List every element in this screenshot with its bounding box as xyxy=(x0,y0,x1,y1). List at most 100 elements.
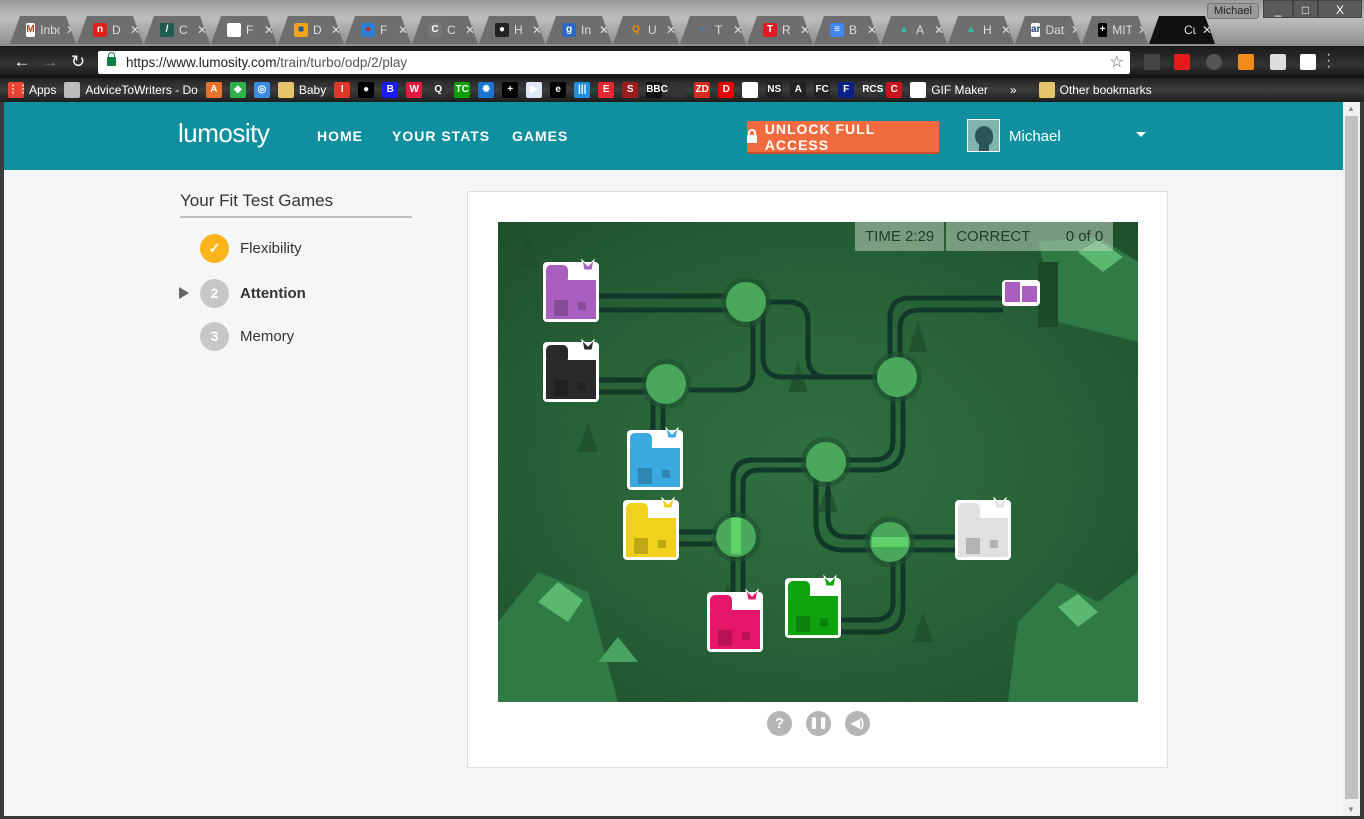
bookmark-item[interactable]: ? xyxy=(742,82,759,98)
close-window-button[interactable]: X xyxy=(1318,0,1362,18)
bookmark-item[interactable]: ||| xyxy=(574,82,591,98)
close-tab-icon[interactable]: ✕ xyxy=(197,23,207,37)
browser-tab[interactable]: + MIT ✕ xyxy=(1082,16,1148,44)
chrome-menu-icon[interactable]: · · · xyxy=(1326,47,1331,75)
close-tab-icon[interactable]: ✕ xyxy=(867,23,877,37)
close-tab-icon[interactable]: ✕ xyxy=(1138,23,1148,37)
browser-tab[interactable]: ■ D ✕ xyxy=(278,16,344,44)
bookmark-item[interactable]: F xyxy=(838,82,855,98)
close-tab-icon[interactable]: ✕ xyxy=(331,23,341,37)
bookmark-item[interactable]: ◎ xyxy=(253,82,270,98)
bookmark-item[interactable]: TC xyxy=(454,82,471,98)
nav-your-stats[interactable]: YOUR STATS xyxy=(392,128,490,144)
close-tab-icon[interactable]: ✕ xyxy=(599,23,609,37)
forward-arrow-icon[interactable]: → xyxy=(40,52,60,72)
close-tab-icon[interactable]: ✕ xyxy=(66,23,76,37)
back-arrow-icon[interactable]: ← xyxy=(12,52,32,72)
bookmark-item[interactable]: ✹ xyxy=(478,82,495,98)
bookmark-item[interactable]: C xyxy=(886,82,903,98)
flipboard-extension-icon[interactable] xyxy=(1174,54,1190,70)
purple-train[interactable] xyxy=(1002,280,1040,306)
close-tab-icon[interactable]: ✕ xyxy=(398,23,408,37)
bookmark-item[interactable]: ⋮⋮ Apps xyxy=(8,82,56,98)
close-tab-icon[interactable]: ✕ xyxy=(733,23,743,37)
help-icon[interactable]: ? xyxy=(767,711,792,736)
close-tab-icon[interactable]: ✕ xyxy=(1071,23,1081,37)
close-tab-icon[interactable]: ✕ xyxy=(934,23,944,37)
train-of-thought-game-canvas[interactable]: TIME 2:29 CORRECT 0 of 0 xyxy=(498,222,1138,702)
nav-games[interactable]: GAMES xyxy=(512,128,568,144)
browser-tab[interactable]: g In ✕ xyxy=(546,16,612,44)
bookmark-item[interactable]: RCS xyxy=(862,82,883,98)
chart-extension-icon[interactable] xyxy=(1238,54,1254,70)
nav-home[interactable]: HOME xyxy=(317,128,363,144)
bookmark-item[interactable]: FC xyxy=(814,82,831,98)
close-tab-icon[interactable]: ✕ xyxy=(130,23,140,37)
browser-tab[interactable]: F ✕ xyxy=(211,16,277,44)
maximize-button[interactable]: □ xyxy=(1293,0,1318,18)
bookmark-item[interactable]: A xyxy=(790,82,807,98)
browser-tab[interactable]: Q U ✕ xyxy=(613,16,679,44)
account-dropdown-icon[interactable] xyxy=(1136,132,1146,137)
other-bookmarks-folder[interactable]: Other bookmarks xyxy=(1038,82,1152,98)
bookmark-item[interactable]: ZD xyxy=(694,82,711,98)
avatar[interactable] xyxy=(967,119,1000,152)
address-bar[interactable]: https://www.lumosity.com/train/turbo/odp… xyxy=(98,51,1130,74)
browser-tab[interactable]: M Inbox ✕ xyxy=(10,16,76,44)
bookmark-item[interactable]: ▶ xyxy=(526,82,543,98)
lumosity-logo[interactable]: lumosity xyxy=(178,118,270,149)
bookmarks-overflow-button[interactable]: » xyxy=(1010,83,1017,97)
browser-tab[interactable]: ≡ B ✕ xyxy=(814,16,880,44)
bookmark-item[interactable]: GIF Maker xyxy=(910,82,988,98)
bookmark-star-icon[interactable]: ☆ xyxy=(1110,52,1124,72)
close-tab-icon[interactable]: ✕ xyxy=(1001,23,1011,37)
browser-tab[interactable]: ▲ H ✕ xyxy=(948,16,1014,44)
extension-icon[interactable] xyxy=(1206,54,1222,70)
bookmark-item[interactable]: AdviceToWriters - Do xyxy=(64,82,198,98)
bookmark-item[interactable]: B xyxy=(382,82,399,98)
pause-icon[interactable]: ❚❚ xyxy=(806,711,831,736)
unlock-full-access-button[interactable]: UNLOCK FULL ACCESS xyxy=(747,121,939,154)
music-extension-icon[interactable] xyxy=(1300,54,1316,70)
owl-extension-icon[interactable] xyxy=(1144,54,1160,70)
bookmark-item[interactable]: A xyxy=(205,82,222,98)
bookmark-item[interactable]: S xyxy=(622,82,639,98)
bookmark-item[interactable]: Q xyxy=(430,82,447,98)
close-tab-icon[interactable]: ✕ xyxy=(666,23,676,37)
bookmark-item[interactable] xyxy=(670,82,687,98)
browser-tab[interactable]: ar Data ✕ xyxy=(1015,16,1081,44)
close-tab-icon[interactable]: ✕ xyxy=(465,23,475,37)
bookmark-item[interactable]: Baby xyxy=(277,82,326,98)
profile-button[interactable]: Michael xyxy=(1207,3,1259,19)
close-tab-icon[interactable]: ✕ xyxy=(1202,23,1212,37)
scroll-up-icon[interactable]: ▲ xyxy=(1347,104,1355,113)
bookmark-item[interactable]: D xyxy=(718,82,735,98)
bookmark-item[interactable]: E xyxy=(598,82,615,98)
bookmark-item[interactable]: ◆ xyxy=(229,82,246,98)
bookmark-item[interactable]: e xyxy=(550,82,567,98)
close-tab-icon[interactable]: ✕ xyxy=(532,23,542,37)
browser-tab[interactable]: n D ✕ xyxy=(77,16,143,44)
browser-tab[interactable]: ▲ A ✕ xyxy=(881,16,947,44)
username[interactable]: Michael xyxy=(1009,128,1061,145)
close-tab-icon[interactable]: ✕ xyxy=(800,23,810,37)
bookmark-item[interactable]: NS xyxy=(766,82,783,98)
bookmark-item[interactable]: BBC xyxy=(646,82,668,98)
reload-icon[interactable]: ↻ xyxy=(68,52,88,72)
browser-tab[interactable]: Cu ✕ xyxy=(1149,16,1215,44)
browser-tab[interactable]: / C ✕ xyxy=(144,16,210,44)
bookmark-item[interactable]: I xyxy=(334,82,351,98)
minimize-button[interactable]: _ xyxy=(1263,0,1293,18)
close-tab-icon[interactable]: ✕ xyxy=(264,23,274,37)
scrollbar-thumb[interactable] xyxy=(1345,116,1358,799)
browser-tab[interactable]: T R ✕ xyxy=(747,16,813,44)
bookmark-item[interactable]: W xyxy=(406,82,423,98)
browser-tab[interactable]: ● F ✕ xyxy=(345,16,411,44)
scroll-down-icon[interactable]: ▼ xyxy=(1347,805,1355,814)
bookmark-item[interactable]: ● xyxy=(358,82,375,98)
browser-tab[interactable]: ✓ T ✕ xyxy=(680,16,746,44)
sound-icon[interactable]: ◀) xyxy=(845,711,870,736)
b-extension-icon[interactable] xyxy=(1270,54,1286,70)
browser-tab[interactable]: ● H ✕ xyxy=(479,16,545,44)
page-scrollbar[interactable]: ▲ ▼ xyxy=(1343,102,1360,816)
